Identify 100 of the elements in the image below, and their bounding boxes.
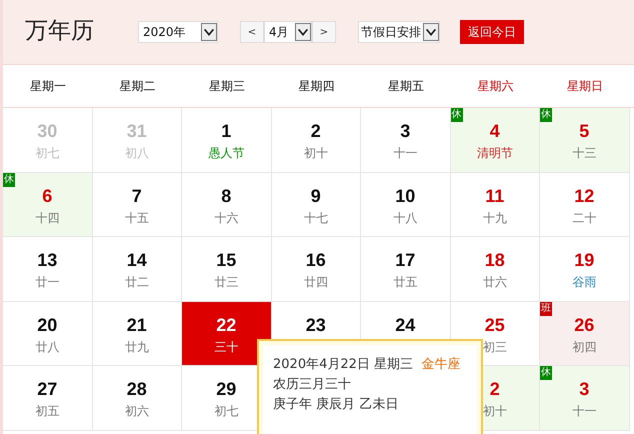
day-cell[interactable]: 22 三十 xyxy=(182,302,272,366)
day-number: 18 xyxy=(484,250,505,270)
day-cell[interactable]: 17 廿五 xyxy=(361,237,450,302)
day-cell[interactable]: 休 3 十一 xyxy=(540,366,630,430)
weekday-header: 星期一 xyxy=(28,78,67,94)
day-number: 9 xyxy=(310,186,321,206)
lunar-date: 廿一 xyxy=(35,274,60,291)
day-badge: 休 xyxy=(540,366,552,380)
day-number: 20 xyxy=(37,314,58,334)
day-cell[interactable]: 16 廿四 xyxy=(272,237,361,302)
lunar-date: 初七 xyxy=(35,145,60,162)
next-month-button[interactable]: > xyxy=(312,21,336,43)
day-number: 13 xyxy=(37,250,58,270)
day-cell[interactable]: 14 廿二 xyxy=(92,237,182,302)
lunar-date: 十四 xyxy=(35,210,60,226)
lunar-date: 廿三 xyxy=(214,274,238,291)
day-cell[interactable]: 班 26 初四 xyxy=(540,302,630,366)
lunar-date: 廿二 xyxy=(124,274,149,291)
lunar-date: 愚人节 xyxy=(208,145,244,162)
day-number: 1 xyxy=(221,121,232,141)
day-cell[interactable]: 20 廿八 xyxy=(3,302,92,366)
day-number: 29 xyxy=(216,379,236,399)
dropdown-caret-icon xyxy=(201,23,217,41)
day-number: 3 xyxy=(400,121,410,141)
day-number: 22 xyxy=(216,314,236,334)
day-number: 27 xyxy=(37,379,58,399)
day-number: 17 xyxy=(395,250,416,270)
day-cell[interactable]: 15 廿三 xyxy=(182,237,272,302)
lunar-date: 初三 xyxy=(482,338,507,356)
day-cell[interactable]: 2 初十 xyxy=(272,108,361,172)
day-number: 30 xyxy=(37,121,58,141)
day-number: 25 xyxy=(484,314,505,334)
lunar-date: 清明节 xyxy=(476,145,513,162)
lunar-date: 廿六 xyxy=(482,274,507,291)
lunar-date: 十五 xyxy=(124,210,149,226)
month-select[interactable]: 4月 xyxy=(264,21,312,43)
day-number: 19 xyxy=(574,250,594,270)
year-select[interactable]: 2020年 xyxy=(138,21,218,43)
day-badge: 休 xyxy=(540,108,552,122)
tooltip-lunar-text: 农历三月三十 xyxy=(273,376,352,394)
day-number: 4 xyxy=(490,121,500,141)
lunar-date: 十六 xyxy=(214,210,238,226)
day-cell[interactable]: 18 廿六 xyxy=(450,237,540,302)
dropdown-caret-icon xyxy=(295,23,311,41)
day-number: 5 xyxy=(579,121,590,141)
tooltip-ganzhi-text: 庚子年 庚辰月 乙未日 xyxy=(273,396,400,414)
lunar-date: 初六 xyxy=(124,403,149,420)
day-number: 2 xyxy=(310,121,321,141)
lunar-date: 廿九 xyxy=(124,338,149,356)
day-number: 8 xyxy=(221,186,232,206)
day-cell[interactable]: 7 十五 xyxy=(92,172,182,237)
day-number: 14 xyxy=(126,250,147,270)
day-number: 7 xyxy=(132,186,142,206)
lunar-date: 廿四 xyxy=(304,274,328,291)
weekday-header: 星期三 xyxy=(208,78,246,94)
day-cell[interactable]: 9 十七 xyxy=(272,172,361,237)
previous-month-button[interactable]: < xyxy=(240,21,264,43)
lunar-date: 初十 xyxy=(482,403,507,420)
day-number: 3 xyxy=(579,379,590,399)
lunar-date: 二十 xyxy=(572,210,596,226)
day-number: 6 xyxy=(42,186,52,206)
day-cell[interactable]: 21 廿九 xyxy=(92,302,182,366)
day-number: 23 xyxy=(306,314,326,334)
day-number: 10 xyxy=(395,186,416,206)
day-cell[interactable]: 13 廿一 xyxy=(3,237,92,302)
day-cell[interactable]: 10 十八 xyxy=(361,172,450,237)
day-number: 28 xyxy=(126,379,147,399)
holiday-select[interactable]: 节假日安排 xyxy=(358,21,440,43)
day-number: 2 xyxy=(490,379,500,399)
back-to-today-button[interactable]: 返回今日 xyxy=(460,20,524,44)
day-cell[interactable]: 休 6 十四 xyxy=(3,172,92,237)
day-cell[interactable]: 1 愚人节 xyxy=(182,108,272,172)
day-cell[interactable]: 12 二十 xyxy=(540,172,630,237)
day-cell[interactable]: 27 初五 xyxy=(3,366,92,430)
day-number: 31 xyxy=(126,121,147,141)
day-cell[interactable]: 8 十六 xyxy=(182,172,272,237)
day-cell[interactable]: 28 初六 xyxy=(92,366,182,430)
day-number: 11 xyxy=(485,186,504,206)
day-number: 21 xyxy=(126,314,147,334)
day-badge: 休 xyxy=(450,108,462,122)
page-title: 万年历 xyxy=(25,16,94,44)
day-cell[interactable]: 3 十一 xyxy=(361,108,450,172)
lunar-date: 初七 xyxy=(214,403,238,420)
lunar-date: 十七 xyxy=(304,210,328,226)
lunar-date: 初十 xyxy=(304,145,328,162)
day-number: 26 xyxy=(574,314,594,334)
day-badge: 班 xyxy=(540,302,552,316)
weekday-header: 星期四 xyxy=(297,78,336,94)
lunar-date: 三十 xyxy=(214,338,238,356)
weekday-header: 星期五 xyxy=(386,78,425,94)
day-number: 24 xyxy=(395,314,416,334)
day-cell[interactable]: 11 十九 xyxy=(450,172,540,237)
day-cell[interactable]: 休 5 十三 xyxy=(540,108,630,172)
day-number: 15 xyxy=(216,250,236,270)
day-cell[interactable]: 19 谷雨 xyxy=(540,237,630,302)
lunar-date: 初八 xyxy=(124,145,149,162)
day-cell[interactable]: 休 4 清明节 xyxy=(450,108,540,172)
day-number: 12 xyxy=(574,186,594,206)
dropdown-caret-icon xyxy=(423,23,439,41)
lunar-date: 十八 xyxy=(393,210,418,226)
